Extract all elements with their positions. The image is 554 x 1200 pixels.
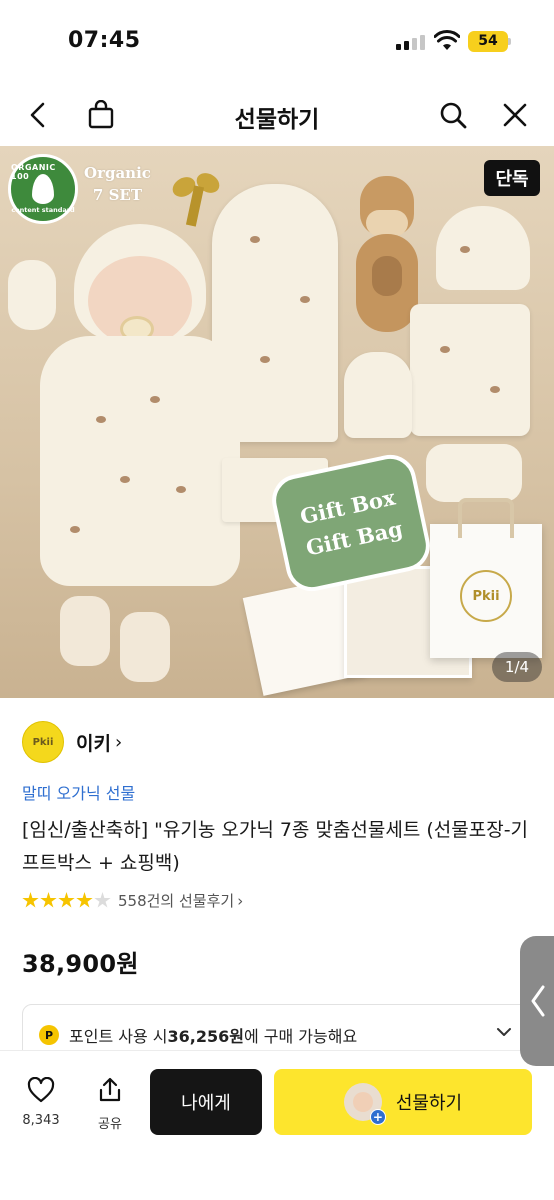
friend-avatar: + — [343, 1083, 386, 1125]
point-icon: P — [39, 1025, 59, 1045]
brand-mark: Pkii — [460, 570, 512, 622]
share-icon — [99, 1077, 121, 1102]
baby-shirt-image — [410, 304, 530, 436]
points-prefix: 포인트 사용 시 — [69, 1027, 168, 1046]
product-image-carousel[interactable]: Pkii ORGANIC 100 content standard Organi… — [0, 146, 554, 698]
socks-image — [426, 444, 522, 502]
plus-icon: + — [369, 1109, 386, 1125]
battery-tip — [508, 38, 511, 45]
product-price: 38,900원 — [22, 950, 139, 978]
share-label: 공유 — [98, 1117, 122, 1132]
points-amount: 36,256원 — [167, 1027, 244, 1046]
product-title: [임신/출산축하] "유기농 오가닉 7종 맞춤선물세트 (선물포장-기프트박스… — [22, 819, 529, 874]
organic-set-label: Organic 7 SET — [84, 164, 151, 204]
nav-bar: 선물하기 — [0, 84, 554, 146]
search-icon[interactable] — [434, 96, 472, 134]
seller-logo: Pkii — [22, 721, 64, 763]
baby-photo — [8, 216, 268, 696]
shopping-bag-image: Pkii — [430, 498, 542, 658]
star-icon — [58, 892, 75, 908]
star-icon — [94, 892, 111, 908]
like-button[interactable]: 8,343 — [16, 1076, 66, 1128]
chevron-left-icon — [531, 985, 545, 1017]
chevron-right-icon: › — [114, 731, 123, 753]
category-link[interactable]: 말띠 오가닉 선물 — [22, 780, 135, 804]
status-bar: 07:45 54 — [0, 0, 554, 84]
review-count: 558건의 선물후기 — [118, 892, 235, 910]
like-count: 8,343 — [22, 1113, 60, 1128]
status-time: 07:45 — [68, 28, 141, 53]
points-suffix: 에 구매 가능해요 — [243, 1027, 358, 1046]
heart-icon — [27, 1076, 55, 1103]
send-gift-label: 선물하기 — [395, 1093, 463, 1114]
send-gift-button[interactable]: + 선물하기 — [274, 1069, 532, 1135]
signal-icon — [396, 34, 426, 50]
bottom-action-bar: 8,343 공유 나에게 + 선물하기 — [0, 1050, 554, 1200]
battery-indicator: 54 — [468, 31, 508, 52]
wifi-icon — [434, 30, 460, 50]
mittens-image — [344, 352, 412, 438]
image-page-counter: 1/4 — [492, 652, 542, 682]
side-drawer-handle[interactable] — [520, 936, 554, 1066]
chevron-down-icon — [497, 1028, 511, 1036]
exclusive-badge: 단독 — [484, 160, 540, 196]
star-icon — [40, 892, 57, 908]
bonnet-image — [436, 206, 530, 290]
seller-link[interactable]: Pkii 이키 › — [22, 720, 122, 764]
seller-name: 이키 — [76, 732, 111, 755]
star-icon — [76, 892, 93, 908]
chevron-right-icon: › — [237, 891, 244, 910]
star-rating — [22, 892, 112, 909]
share-button[interactable]: 공유 — [85, 1077, 135, 1132]
gift-to-self-button[interactable]: 나에게 — [150, 1069, 262, 1135]
organic-certification-badge: ORGANIC 100 content standard — [8, 154, 78, 224]
close-icon[interactable] — [496, 96, 534, 134]
review-link[interactable]: 558건의 선물후기 › — [22, 890, 243, 911]
star-icon — [22, 892, 39, 908]
